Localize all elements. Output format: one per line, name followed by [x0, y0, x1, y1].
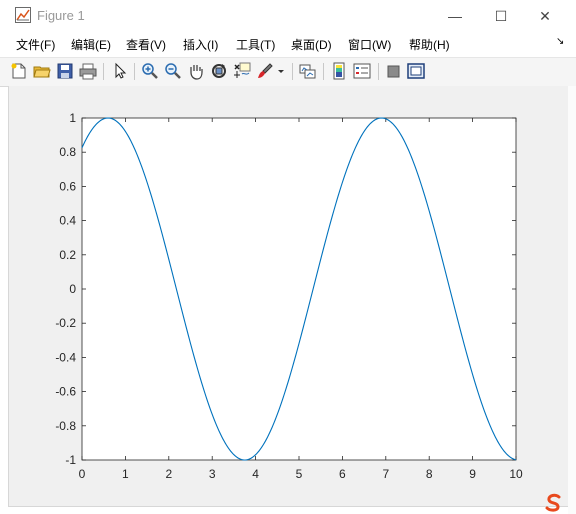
y-tick-label: 0.2 — [59, 248, 76, 262]
figure-window: Figure 1 — ☐ ✕ 文件(F) 编辑(E) 查看(V) 插入(I) 工… — [0, 0, 576, 514]
y-tick-label: 0.8 — [59, 145, 76, 159]
insert-colorbar-icon[interactable] — [330, 62, 348, 80]
menu-view[interactable]: 查看(V) — [126, 36, 166, 53]
matlab-figure-icon — [15, 7, 31, 23]
right-edge-strip — [568, 86, 576, 514]
y-tick-label: -0.4 — [55, 350, 76, 364]
x-tick-label: 8 — [426, 467, 433, 481]
y-tick-label: 0 — [69, 282, 76, 296]
dock-arrow-icon[interactable]: ↘ — [556, 36, 564, 47]
title-bar[interactable]: Figure 1 — ☐ ✕ — [0, 0, 576, 32]
menu-help[interactable]: 帮助(H) — [409, 36, 450, 53]
x-tick-label: 3 — [209, 467, 216, 481]
data-cursor-icon[interactable] — [233, 62, 251, 80]
x-tick-label: 5 — [296, 467, 303, 481]
brush-icon[interactable] — [256, 62, 274, 80]
toolbar-separator — [103, 63, 104, 80]
zoom-in-icon[interactable] — [141, 62, 159, 80]
brush-dropdown-icon[interactable] — [276, 62, 286, 80]
menu-desktop[interactable]: 桌面(D) — [291, 36, 332, 53]
x-tick-label: 0 — [79, 467, 86, 481]
y-tick-label: 1 — [69, 111, 76, 125]
figure-canvas[interactable]: 1 0.8 0.6 0.4 0.2 0 -0.2 -0.4 -0.6 -0.8 -1 0 1 2 3 4 5 6… — [8, 86, 570, 507]
sogou-input-icon[interactable] — [543, 493, 565, 513]
minimize-button[interactable]: — — [432, 0, 478, 32]
close-icon: ✕ — [539, 7, 551, 24]
axes-background[interactable] — [81, 117, 517, 461]
x-tick-label: 9 — [469, 467, 476, 481]
maximize-button[interactable]: ☐ — [478, 0, 524, 32]
pan-hand-icon[interactable] — [187, 62, 205, 80]
save-icon[interactable] — [56, 62, 74, 80]
menu-file[interactable]: 文件(F) — [16, 36, 55, 53]
toolbar-separator — [292, 63, 293, 80]
toolbar-separator — [323, 63, 324, 80]
y-tick-label: -1 — [65, 453, 76, 467]
y-tick-label: -0.2 — [55, 316, 76, 330]
x-tick-label: 4 — [252, 467, 259, 481]
maximize-icon: ☐ — [494, 7, 508, 24]
toolbar-separator — [134, 63, 135, 80]
y-tick-label: 0.6 — [59, 179, 76, 193]
rotate-3d-icon[interactable] — [210, 62, 228, 80]
y-tick-label: -0.6 — [55, 385, 76, 399]
open-file-icon[interactable] — [33, 62, 51, 80]
figure-toolbar — [0, 57, 576, 87]
window-title: Figure 1 — [37, 8, 85, 23]
y-tick-label: -0.8 — [55, 419, 76, 433]
menu-window[interactable]: 窗口(W) — [348, 36, 391, 53]
show-plot-tools-icon[interactable] — [407, 62, 425, 80]
menu-edit[interactable]: 编辑(E) — [71, 36, 111, 53]
menu-bar: 文件(F) 编辑(E) 查看(V) 插入(I) 工具(T) 桌面(D) 窗口(W… — [0, 32, 576, 56]
link-plot-icon[interactable] — [299, 62, 317, 80]
minimize-icon: — — [448, 8, 462, 24]
x-tick-label: 2 — [165, 467, 172, 481]
edit-plot-arrow-icon[interactable] — [111, 62, 129, 80]
print-icon[interactable] — [79, 62, 97, 80]
close-button[interactable]: ✕ — [522, 0, 568, 32]
new-figure-icon[interactable] — [10, 62, 28, 80]
toolbar-separator — [378, 63, 379, 80]
y-tick-label: 0.4 — [59, 214, 76, 228]
menu-insert[interactable]: 插入(I) — [183, 36, 218, 53]
hide-plot-tools-icon[interactable] — [385, 62, 403, 80]
menu-tools[interactable]: 工具(T) — [236, 36, 275, 53]
insert-legend-icon[interactable] — [353, 62, 371, 80]
x-tick-label: 1 — [122, 467, 129, 481]
x-tick-label: 6 — [339, 467, 346, 481]
line-plot[interactable]: 1 0.8 0.6 0.4 0.2 0 -0.2 -0.4 -0.6 -0.8 -1 0 1 2 3 4 5 6… — [9, 86, 569, 506]
x-tick-label: 10 — [509, 467, 523, 481]
zoom-out-icon[interactable] — [164, 62, 182, 80]
x-tick-label: 7 — [382, 467, 389, 481]
